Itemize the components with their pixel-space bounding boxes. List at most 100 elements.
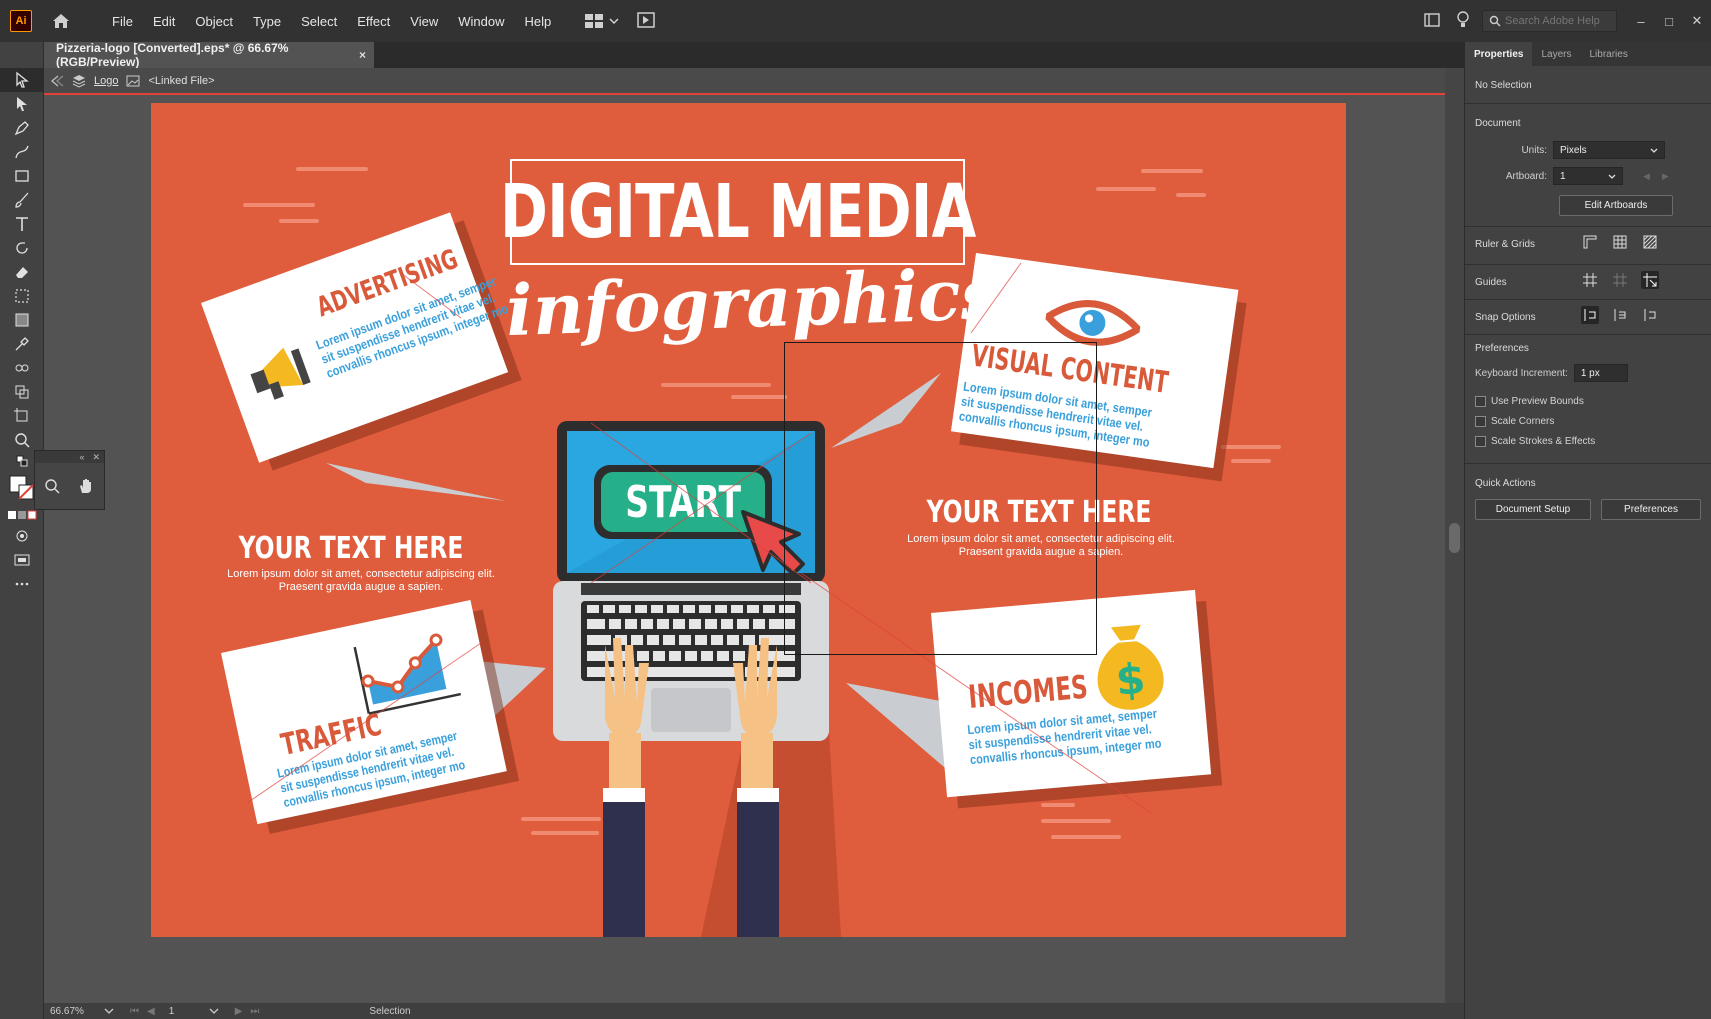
maximize-button[interactable]: □ bbox=[1655, 8, 1683, 34]
menu-bar: Ai File Edit Object Type Select Effect V… bbox=[0, 0, 1711, 42]
zoom-level[interactable]: 66.67% bbox=[44, 1006, 104, 1017]
search-input[interactable] bbox=[1505, 15, 1610, 27]
hand-tool-icon[interactable] bbox=[77, 477, 95, 495]
snap-options-section: Snap Options bbox=[1465, 300, 1711, 335]
preferences-button[interactable]: Preferences bbox=[1601, 499, 1701, 520]
home-icon[interactable] bbox=[50, 10, 72, 32]
current-tool-status[interactable]: Selection bbox=[369, 1006, 489, 1017]
menu-file[interactable]: File bbox=[102, 14, 143, 29]
artboard-label: Artboard: bbox=[1505, 170, 1547, 182]
minimize-button[interactable]: – bbox=[1627, 8, 1655, 34]
panel-toggle-icon[interactable] bbox=[1424, 12, 1440, 30]
grid-toggle[interactable] bbox=[1611, 233, 1629, 251]
next-artboard-icon[interactable]: ▶ bbox=[235, 1006, 243, 1017]
chevron-down-icon[interactable] bbox=[104, 1008, 114, 1014]
more-icon bbox=[15, 582, 29, 586]
first-artboard-icon[interactable]: ⏮ bbox=[130, 1006, 139, 1017]
chevron-down-icon[interactable] bbox=[209, 1008, 219, 1014]
use-preview-bounds-label: Use Preview Bounds bbox=[1491, 396, 1584, 407]
gradient-tool[interactable] bbox=[0, 308, 44, 332]
selection-tool[interactable] bbox=[0, 68, 44, 92]
checkbox-box[interactable] bbox=[1475, 416, 1486, 427]
menu-select[interactable]: Select bbox=[291, 14, 347, 29]
more-tools-button[interactable] bbox=[0, 572, 44, 596]
snap-to-glyph-toggle[interactable] bbox=[1641, 306, 1659, 324]
curvature-tool[interactable] bbox=[0, 140, 44, 164]
tab-properties[interactable]: Properties bbox=[1465, 42, 1533, 66]
close-panel-icon[interactable]: ✕ bbox=[92, 452, 100, 463]
document-tab[interactable]: Pizzeria-logo [Converted].eps* @ 66.67% … bbox=[44, 41, 374, 69]
tab-libraries[interactable]: Libraries bbox=[1580, 42, 1636, 66]
keyboard-increment-row: Keyboard Increment: 1 px bbox=[1475, 364, 1701, 382]
preferences-section: Preferences Keyboard Increment: 1 px Use… bbox=[1465, 335, 1711, 464]
document-setup-button[interactable]: Document Setup bbox=[1475, 499, 1591, 520]
rectangle-tool[interactable] bbox=[0, 164, 44, 188]
next-artboard-arrow[interactable]: ▶ bbox=[1662, 171, 1669, 182]
units-dropdown[interactable]: Pixels bbox=[1553, 141, 1665, 159]
rotate-tool[interactable] bbox=[0, 236, 44, 260]
search-adobe-help[interactable] bbox=[1482, 10, 1617, 32]
previous-artboard-arrow[interactable]: ◀ bbox=[1643, 171, 1650, 182]
artboard-number[interactable]: 1 bbox=[169, 1006, 209, 1017]
menu-effect[interactable]: Effect bbox=[347, 14, 400, 29]
collapse-icon[interactable]: « bbox=[79, 452, 84, 462]
draw-mode-icon bbox=[16, 530, 28, 542]
artboard-dropdown[interactable]: 1 bbox=[1553, 167, 1623, 185]
edit-artboards-button[interactable]: Edit Artboards bbox=[1559, 195, 1673, 216]
keyboard-increment-label: Keyboard Increment: bbox=[1475, 367, 1568, 379]
rulers-toggle[interactable] bbox=[1581, 233, 1599, 251]
scale-strokes-checkbox[interactable]: Scale Strokes & Effects bbox=[1475, 436, 1701, 447]
pen-tool[interactable] bbox=[0, 116, 44, 140]
shape-builder-tool[interactable] bbox=[0, 380, 44, 404]
vertical-scroll-thumb[interactable] bbox=[1449, 523, 1460, 553]
paintbrush-tool[interactable] bbox=[0, 188, 44, 212]
screen-mode-button[interactable] bbox=[0, 548, 44, 572]
tab-layers[interactable]: Layers bbox=[1532, 42, 1580, 66]
menu-object[interactable]: Object bbox=[185, 14, 243, 29]
checkbox-box[interactable] bbox=[1475, 396, 1486, 407]
snap-to-pixel-toggle[interactable] bbox=[1611, 306, 1629, 324]
gradient-icon bbox=[15, 313, 29, 327]
back-arrow-icon[interactable] bbox=[50, 74, 64, 87]
eyedropper-tool[interactable] bbox=[0, 332, 44, 356]
close-document-icon[interactable]: × bbox=[359, 48, 366, 62]
rectangle-icon bbox=[15, 170, 29, 182]
direct-selection-tool[interactable] bbox=[0, 92, 44, 116]
previous-artboard-icon[interactable]: ◀ bbox=[147, 1006, 155, 1017]
arrange-documents-button[interactable] bbox=[585, 14, 619, 28]
menu-window[interactable]: Window bbox=[448, 14, 514, 29]
close-window-button[interactable]: ✕ bbox=[1683, 8, 1711, 34]
artboard[interactable]: DIGITAL MEDIA infographics ADVERTISING L… bbox=[151, 103, 1346, 937]
artboard-tool[interactable] bbox=[0, 404, 44, 428]
document-section-title: Document bbox=[1475, 118, 1521, 129]
menu-help[interactable]: Help bbox=[514, 14, 561, 29]
smart-guides-toggle[interactable] bbox=[1641, 271, 1659, 289]
vertical-scrollbar[interactable] bbox=[1445, 68, 1464, 1003]
last-artboard-icon[interactable]: ⏭ bbox=[250, 1006, 259, 1017]
type-tool[interactable] bbox=[0, 212, 44, 236]
floating-panel-header[interactable]: «✕ bbox=[35, 451, 104, 463]
menu-type[interactable]: Type bbox=[243, 14, 291, 29]
menu-edit[interactable]: Edit bbox=[143, 14, 185, 29]
transparency-grid-toggle[interactable] bbox=[1641, 233, 1659, 251]
menu-view[interactable]: View bbox=[400, 14, 448, 29]
canvas-area[interactable]: DIGITAL MEDIA infographics ADVERTISING L… bbox=[44, 97, 1445, 1003]
gpu-performance-icon[interactable] bbox=[637, 11, 655, 31]
zoom-tool-icon[interactable] bbox=[44, 478, 60, 494]
lightbulb-icon[interactable] bbox=[1456, 10, 1470, 32]
snap-to-point-toggle[interactable] bbox=[1581, 306, 1599, 324]
checkbox-box[interactable] bbox=[1475, 436, 1486, 447]
isolation-breadcrumb: Logo <Linked File> bbox=[44, 68, 1445, 95]
eraser-tool[interactable] bbox=[0, 260, 44, 284]
scale-corners-checkbox[interactable]: Scale Corners bbox=[1475, 416, 1701, 427]
draw-mode-button[interactable] bbox=[0, 524, 44, 548]
show-guides-toggle[interactable] bbox=[1581, 271, 1599, 289]
use-preview-bounds-checkbox[interactable]: Use Preview Bounds bbox=[1475, 396, 1701, 407]
breadcrumb-layer[interactable]: Logo bbox=[94, 75, 118, 87]
lock-guides-toggle[interactable] bbox=[1611, 271, 1629, 289]
blend-tool[interactable] bbox=[0, 356, 44, 380]
free-transform-tool[interactable] bbox=[0, 284, 44, 308]
keyboard-increment-input[interactable]: 1 px bbox=[1573, 364, 1628, 382]
zoom-tool[interactable] bbox=[0, 428, 44, 452]
type-icon bbox=[16, 217, 28, 231]
